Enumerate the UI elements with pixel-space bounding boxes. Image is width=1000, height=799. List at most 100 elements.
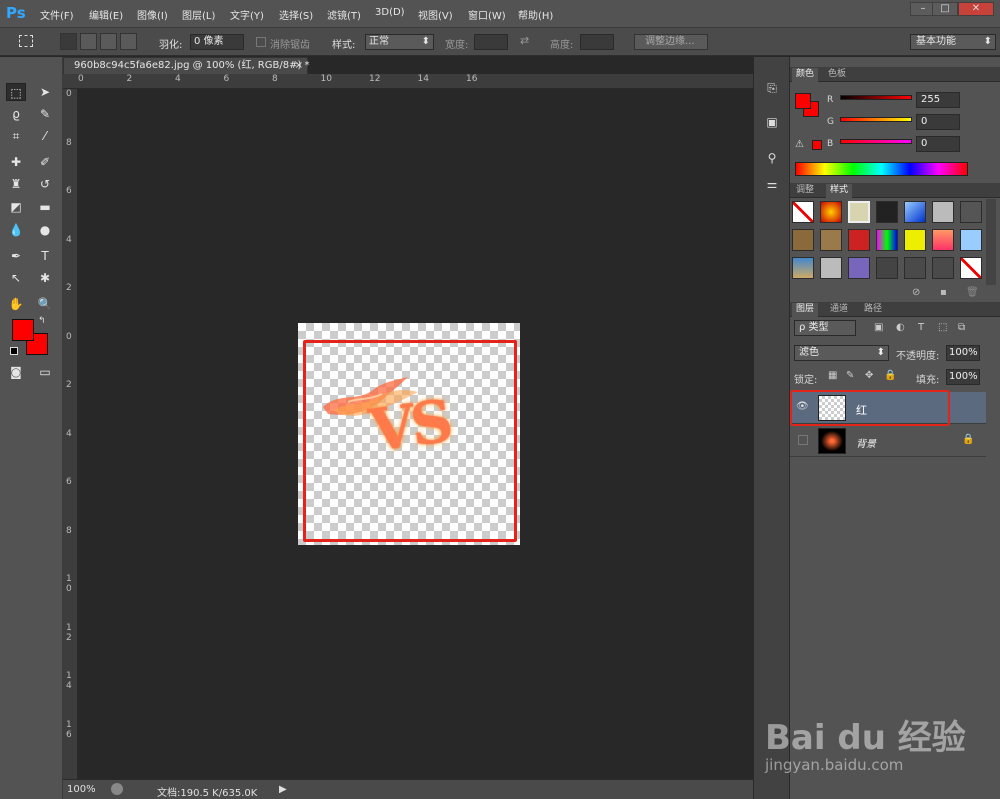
tab-layers[interactable]: 图层: [792, 303, 819, 317]
quick-select-tool-icon[interactable]: ✎: [35, 105, 55, 123]
tab-paths[interactable]: 路径: [860, 303, 886, 317]
close-button[interactable]: ✕: [958, 2, 994, 16]
swap-colors-icon[interactable]: ↰: [38, 316, 46, 326]
intersect-selection-icon[interactable]: [120, 33, 137, 50]
menu-filter[interactable]: 滤镜(T): [327, 7, 361, 22]
zoom-tool-icon[interactable]: 🔍: [35, 295, 55, 313]
close-tab-icon[interactable]: ×: [295, 58, 303, 74]
foreground-color-swatch[interactable]: [12, 319, 34, 341]
cube-panel-icon[interactable]: ▣: [763, 113, 781, 131]
layer-row-background[interactable]: 背景 🔒: [790, 425, 986, 457]
rect-marquee-tool-icon[interactable]: ⬚: [6, 83, 26, 101]
lock-position-icon[interactable]: ✥: [865, 370, 873, 381]
history-brush-tool-icon[interactable]: ↺: [35, 175, 55, 193]
tab-styles[interactable]: 样式: [826, 184, 853, 198]
screen-mode-icon[interactable]: ▭: [35, 363, 55, 381]
lock-transparent-icon[interactable]: ▦: [828, 370, 837, 381]
channel-g-slider[interactable]: [840, 117, 912, 122]
blur-tool-icon[interactable]: 💧: [6, 221, 26, 239]
workspace-select[interactable]: 基本功能 ⬍: [910, 34, 996, 50]
menu-view[interactable]: 视图(V): [418, 7, 453, 22]
filter-type-icon[interactable]: T: [918, 322, 924, 333]
visibility-off-box[interactable]: [798, 435, 808, 445]
zoom-level[interactable]: 100%: [67, 784, 96, 795]
style-swatch[interactable]: [932, 229, 954, 251]
style-select[interactable]: 正常 ⬍: [365, 34, 434, 50]
menu-image[interactable]: 图像(I): [137, 7, 168, 22]
color-spectrum-bar[interactable]: [795, 162, 968, 176]
menu-3d[interactable]: 3D(D): [375, 7, 405, 18]
style-swatch[interactable]: [960, 201, 982, 223]
style-swatch[interactable]: [820, 257, 842, 279]
style-swatch[interactable]: [792, 257, 814, 279]
style-swatch[interactable]: [848, 201, 870, 223]
eraser-tool-icon[interactable]: ◩: [6, 198, 26, 216]
gamut-warning-icon[interactable]: ⚠: [795, 139, 804, 150]
channel-r-input[interactable]: 255: [916, 92, 960, 108]
refine-edge-button[interactable]: 调整边缘...: [634, 34, 708, 50]
color-fg-swatch[interactable]: [795, 93, 811, 109]
style-swatch[interactable]: [876, 201, 898, 223]
channel-g-input[interactable]: 0: [916, 114, 960, 130]
style-swatch[interactable]: [876, 229, 898, 251]
style-swatch[interactable]: [848, 229, 870, 251]
opacity-input[interactable]: 100%: [946, 345, 980, 361]
tab-swatches[interactable]: 色板: [824, 68, 850, 82]
gamut-swatch[interactable]: [812, 140, 822, 150]
tool-presets-icon[interactable]: ⚌: [763, 175, 781, 193]
style-swatch[interactable]: [876, 257, 898, 279]
style-swatch[interactable]: [932, 201, 954, 223]
move-tool-icon[interactable]: ➤: [35, 83, 55, 101]
clear-style-icon[interactable]: ⊘: [912, 287, 920, 298]
hand-tool-icon[interactable]: ✋: [6, 295, 26, 313]
blend-mode-select[interactable]: 滤色 ⬍: [794, 345, 889, 361]
channel-r-slider[interactable]: [840, 95, 912, 100]
subtract-selection-icon[interactable]: [100, 33, 117, 50]
filter-pixel-icon[interactable]: ▣: [874, 322, 883, 333]
layer-filter-select[interactable]: ρ 类型: [794, 320, 856, 336]
status-arrow-icon[interactable]: ▶: [279, 784, 287, 795]
height-input[interactable]: [580, 34, 614, 50]
crop-tool-icon[interactable]: ⌗: [6, 127, 26, 145]
history-panel-icon[interactable]: ⎘: [763, 79, 781, 97]
lock-all-icon[interactable]: 🔒: [884, 370, 896, 381]
custom-shape-tool-icon[interactable]: ✱: [35, 269, 55, 287]
antialias-checkbox[interactable]: [256, 37, 266, 47]
menu-help[interactable]: 帮助(H): [518, 7, 553, 22]
gradient-tool-icon[interactable]: ▬: [35, 198, 55, 216]
lasso-tool-icon[interactable]: ϱ: [6, 105, 26, 123]
style-swatch[interactable]: [960, 229, 982, 251]
style-swatch[interactable]: [820, 201, 842, 223]
feather-input[interactable]: 0 像素: [190, 34, 244, 50]
quick-mask-icon[interactable]: ◙: [6, 363, 26, 381]
menu-type[interactable]: 文字(Y): [230, 7, 264, 22]
add-selection-icon[interactable]: [80, 33, 97, 50]
path-select-tool-icon[interactable]: ↖: [6, 269, 26, 287]
maximize-button[interactable]: □: [932, 2, 958, 16]
style-swatch[interactable]: [904, 257, 926, 279]
style-swatch[interactable]: [848, 257, 870, 279]
pen-tool-icon[interactable]: ✒: [6, 247, 26, 265]
new-selection-icon[interactable]: [60, 33, 77, 50]
swap-icon[interactable]: ⇄: [520, 34, 529, 47]
clone-stamp-tool-icon[interactable]: ♜: [6, 175, 26, 193]
menu-select[interactable]: 选择(S): [279, 7, 313, 22]
status-icon[interactable]: [111, 783, 123, 795]
lock-pixels-icon[interactable]: ✎: [846, 370, 854, 381]
document-tab[interactable]: 960b8c94c5fa6e82.jpg @ 100% (红, RGB/8#) …: [63, 57, 310, 74]
healing-brush-tool-icon[interactable]: ✚: [6, 153, 26, 171]
filter-adjust-icon[interactable]: ◐: [896, 322, 905, 333]
tab-color[interactable]: 颜色: [792, 68, 819, 82]
menu-window[interactable]: 窗口(W): [468, 7, 506, 22]
style-swatch[interactable]: [932, 257, 954, 279]
style-none-swatch[interactable]: [792, 201, 814, 223]
tab-adjustments[interactable]: 调整: [792, 184, 818, 198]
fill-input[interactable]: 100%: [946, 369, 980, 385]
dodge-tool-icon[interactable]: ●: [35, 221, 55, 239]
channel-b-input[interactable]: 0: [916, 136, 960, 152]
delete-style-icon[interactable]: 🗑: [966, 287, 979, 298]
brush-tool-icon[interactable]: ✐: [35, 153, 55, 171]
channel-b-slider[interactable]: [840, 139, 912, 144]
default-colors-icon[interactable]: [10, 347, 18, 355]
menu-edit[interactable]: 编辑(E): [89, 7, 123, 22]
